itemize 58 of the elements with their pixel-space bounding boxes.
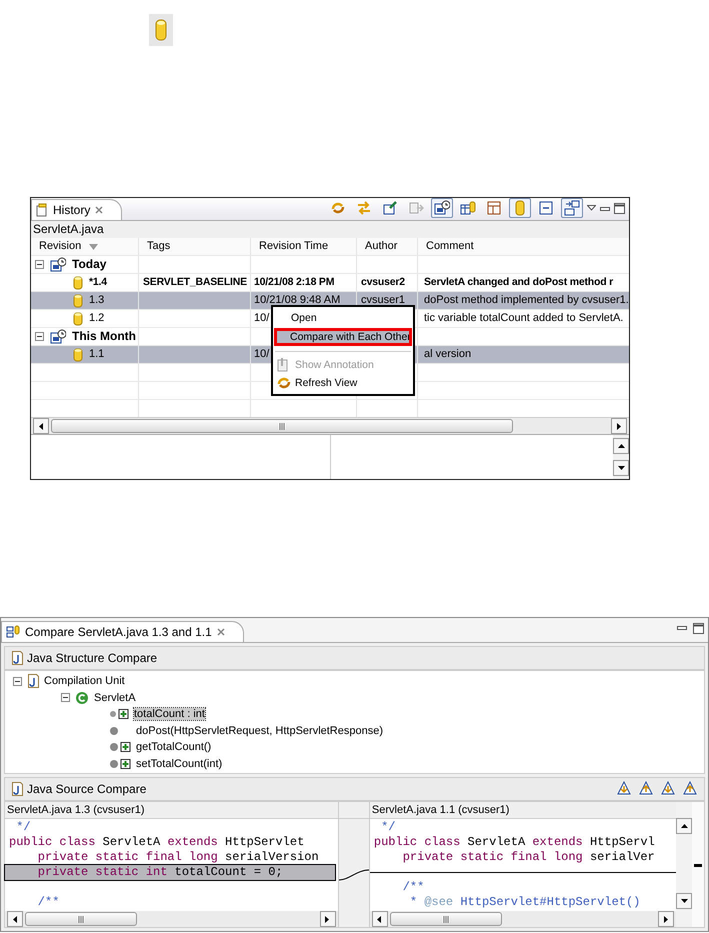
table-cell[interactable]: 1.2 <box>31 310 138 327</box>
group-label: Today <box>72 256 106 273</box>
tree-row[interactable]: Today <box>31 256 138 273</box>
code-line: /** <box>36 895 60 910</box>
table-cell-text: 10/ <box>253 311 270 326</box>
tree-item[interactable]: Compilation Unit <box>44 675 125 688</box>
code-editor[interactable]: */ public class ServletA extends HttpServl private static final long serialVer /** * @see HttpServlet#HttpServlet() <box>370 819 676 911</box>
code-line: public class ServletA extends HttpServl <box>372 835 656 850</box>
table-cell[interactable]: *1.4 <box>31 274 138 291</box>
code-line: /** <box>402 880 426 895</box>
table-cell-text: 10/21/08 2:18 PM <box>253 275 336 290</box>
code-line: private static final long serialVersion <box>36 850 320 865</box>
tree-row[interactable]: This Month <box>31 328 138 345</box>
revision-number: *1.4 <box>89 275 107 290</box>
header-label: Revision Time <box>259 239 328 254</box>
code-line: * @see HttpServlet#HttpServlet() <box>408 895 642 910</box>
tree-item[interactable]: setTotalCount(int) <box>136 758 222 770</box>
table-cell-text: cvsuser2 <box>360 275 406 290</box>
table-cell-text: SERVLET_BASELINE <box>142 275 248 290</box>
table-cell: al version <box>418 346 629 363</box>
table-cell-text: ServletA changed and doPost method r <box>423 275 614 290</box>
table-cell: doPost method implemented by cvsuser1. <box>418 292 629 309</box>
file-name: ServletA.java <box>31 221 629 238</box>
code-line: private static final long serialVer <box>402 850 656 865</box>
column-header[interactable]: Revision <box>31 238 138 255</box>
tree-item[interactable]: totalCount : int <box>134 708 205 720</box>
column-header[interactable]: Tags <box>139 238 250 255</box>
table-cell-text: tic variable totalCount added to ServletA. <box>423 311 624 326</box>
tree-item[interactable]: getTotalCount() <box>136 741 212 754</box>
menu-item[interactable]: Compare with Each Other <box>274 328 412 346</box>
revision-number: 1.1 <box>89 347 104 362</box>
table-cell: 10/ <box>251 346 272 363</box>
column-header[interactable]: Author <box>357 238 417 255</box>
column-header[interactable]: Revision Time <box>251 238 356 255</box>
tab-label: History <box>53 203 90 217</box>
tree-item[interactable]: doPost(HttpServletRequest, HttpServletResponse) <box>136 724 384 737</box>
header-label: Tags <box>147 239 170 254</box>
pane-header: ServletA.java 1.3 (cvsuser1) <box>5 802 338 819</box>
code-line: */ <box>15 820 32 835</box>
pane-header: ServletA.java 1.1 (cvsuser1) <box>370 802 676 819</box>
table-cell[interactable]: 1.1 <box>31 346 138 363</box>
table-cell[interactable]: 1.3 <box>31 292 138 309</box>
section-title: Java Source Compare <box>27 782 146 796</box>
header-label: Comment <box>426 239 474 254</box>
header-label: Author <box>365 239 398 254</box>
group-label: This Month <box>72 328 136 345</box>
tab-label: Compare ServletA.java 1.3 and 1.1 <box>25 625 212 639</box>
column-header[interactable]: Comment <box>418 238 629 255</box>
code-line: */ <box>380 820 397 835</box>
code-line: public class ServletA extends HttpServlet <box>8 835 306 850</box>
code-editor[interactable]: */ public class ServletA extends HttpServlet private static final long serialVersion private static int totalCount = 0; /** <box>5 819 338 911</box>
tree-item[interactable]: ServletA <box>94 692 136 704</box>
revision-number: 1.2 <box>89 311 104 326</box>
view-tab[interactable]: History <box>31 199 122 220</box>
section-title: Java Structure Compare <box>27 651 158 665</box>
revision-number: 1.3 <box>89 293 104 308</box>
header-label: Revision <box>39 239 82 254</box>
editor-tab[interactable]: Compare ServletA.java 1.3 and 1.1 <box>1 621 244 642</box>
